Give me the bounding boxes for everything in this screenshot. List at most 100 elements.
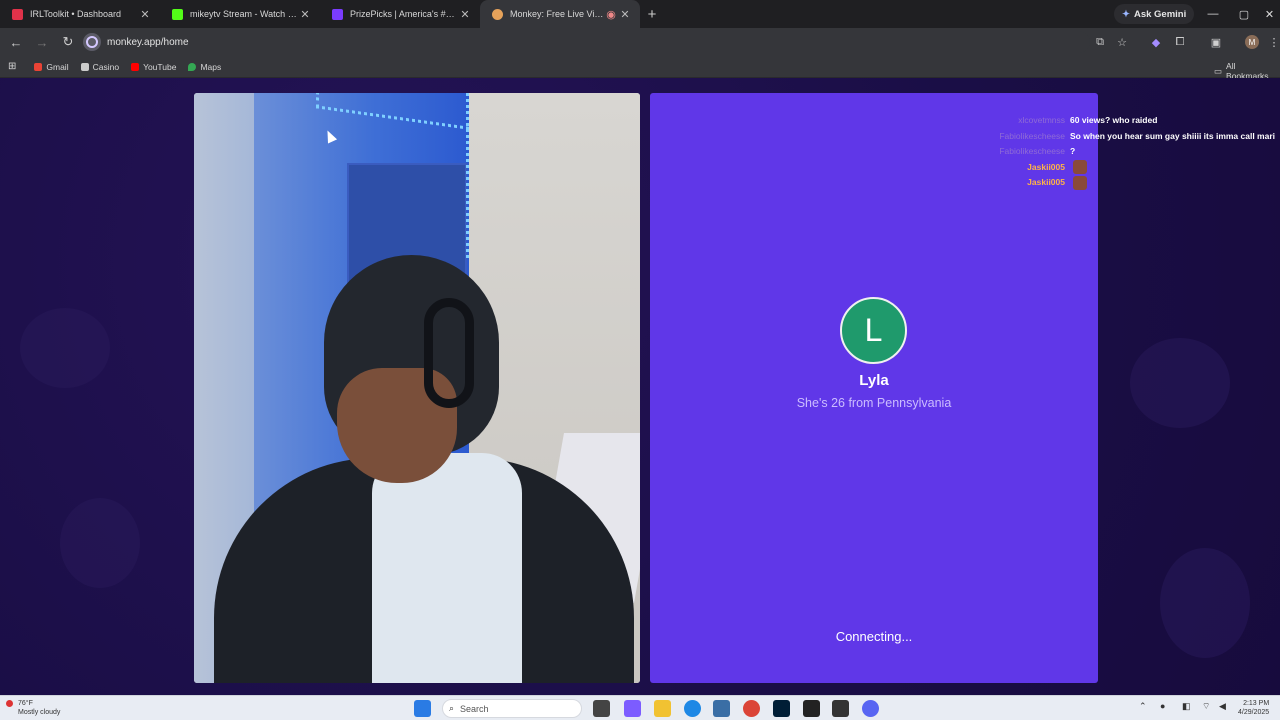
tray-app-icon[interactable]: ●: [1160, 701, 1165, 711]
clock-time: 2:13 PM: [1243, 700, 1270, 707]
chat-emote-icon: [1073, 176, 1087, 190]
bookmark-gmail[interactable]: Gmail: [34, 61, 69, 72]
audio-playing-icon[interactable]: ◉: [604, 8, 618, 21]
kick-favicon-icon: [172, 8, 183, 20]
obs-icon[interactable]: [803, 700, 820, 717]
chat-username: Jaskii005: [1027, 177, 1065, 188]
chrome-icon[interactable]: [743, 700, 760, 717]
search-icon: ⌕: [449, 703, 455, 713]
gemini-icon: ✦: [1122, 8, 1130, 20]
url-text[interactable]: monkey.app/home: [107, 37, 189, 48]
tab-title: Monkey: Free Live Video Ch: [510, 9, 604, 19]
windows-start-icon[interactable]: [414, 700, 431, 717]
bookmark-star-icon[interactable]: ☆: [1114, 34, 1130, 50]
capcut-icon[interactable]: [832, 700, 849, 717]
close-tab-icon[interactable]: ✕: [618, 8, 632, 21]
tab-title: PrizePicks | America's #1 Fanta: [350, 9, 458, 19]
weather-temp: 76°F: [18, 700, 33, 707]
partner-name: Lyla: [859, 372, 889, 389]
minimize-icon[interactable]: —: [1198, 0, 1228, 28]
video-scene-led-strip: [466, 93, 469, 258]
self-video-feed: [194, 93, 640, 683]
volume-icon[interactable]: ◀: [1219, 701, 1226, 712]
extension-icon[interactable]: ◆: [1148, 34, 1164, 50]
profile-avatar[interactable]: M: [1245, 35, 1259, 49]
chat-message: Fabiolikescheese ?: [960, 144, 1278, 159]
store-icon[interactable]: [713, 700, 730, 717]
tab-mikeytv[interactable]: mikeytv Stream - Watch Live on ✕: [160, 0, 320, 28]
file-explorer-icon[interactable]: [654, 700, 671, 717]
irltoolkit-favicon-icon: [12, 8, 23, 20]
clock-date: 4/29/2025: [1238, 709, 1270, 716]
photoshop-icon[interactable]: [773, 700, 790, 717]
chat-emote-icon: [1073, 160, 1087, 175]
chat-message: Jaskii005: [960, 175, 1278, 190]
ask-gemini-label: Ask Gemini: [1133, 8, 1187, 20]
chat-text: [1070, 160, 1278, 175]
close-tab-icon[interactable]: ✕: [298, 8, 312, 21]
tab-prizepicks[interactable]: PrizePicks | America's #1 Fanta ✕: [320, 0, 480, 28]
restore-icon[interactable]: ▢: [1229, 0, 1259, 28]
reload-icon[interactable]: ↻: [56, 30, 80, 54]
taskbar-search[interactable]: ⌕ Search: [442, 699, 582, 718]
close-tab-icon[interactable]: ✕: [458, 8, 472, 21]
weather-alert-icon: [6, 700, 13, 707]
extensions-puzzle-icon[interactable]: ⧠: [1172, 34, 1188, 50]
install-app-icon[interactable]: ⧉: [1092, 34, 1108, 50]
background-blob: [20, 308, 110, 388]
new-tab-button[interactable]: +: [640, 6, 664, 23]
background-blob: [1130, 338, 1230, 428]
forward-arrow-icon[interactable]: →: [30, 30, 54, 54]
discord-icon[interactable]: [862, 700, 879, 717]
background-blob: [60, 498, 140, 588]
copilot-icon[interactable]: [624, 700, 641, 717]
partner-info: She's 26 from Pennsylvania: [796, 396, 952, 410]
menu-kebab-icon[interactable]: ⋮: [1266, 34, 1280, 50]
search-placeholder: Search: [460, 703, 489, 714]
chat-message: xlcovetmnss 60 views? who raided: [960, 113, 1278, 128]
bookmark-maps[interactable]: Maps: [188, 62, 221, 72]
gmail-icon: [34, 62, 43, 71]
bookmark-casino[interactable]: Casino: [80, 61, 120, 72]
site-info-icon[interactable]: [83, 33, 101, 51]
chat-username: Fabiolikescheese: [999, 130, 1065, 141]
bookmark-label: YouTube: [143, 61, 177, 72]
side-panel-icon[interactable]: ▣: [1208, 34, 1224, 50]
apps-grid-icon[interactable]: ⊞: [8, 61, 16, 72]
tray-chevron-icon[interactable]: ⌃: [1139, 701, 1147, 712]
youtube-icon: [131, 62, 140, 71]
chat-text: ?: [1070, 146, 1076, 156]
streamer-shirt: [372, 453, 522, 683]
system-clock[interactable]: 2:13 PM 4/29/2025: [1238, 699, 1269, 717]
tab-monkey[interactable]: Monkey: Free Live Video Ch ◉ ✕: [480, 0, 640, 28]
tab-irltoolkit[interactable]: IRLToolkit • Dashboard ✕: [0, 0, 160, 28]
address-bar[interactable]: monkey.app/home: [80, 31, 1090, 53]
chat-text: So when you hear sum gay shiiii its imma…: [1070, 130, 1276, 141]
chat-username: Fabiolikescheese: [999, 146, 1065, 156]
background-blob: [1160, 548, 1250, 658]
bookmark-youtube[interactable]: YouTube: [131, 62, 176, 72]
chat-message: Fabiolikescheese So when you hear sum ga…: [960, 129, 1278, 144]
browser-tab-bar: IRLToolkit • Dashboard ✕ mikeytv Stream …: [0, 0, 1280, 28]
stream-chat-overlay: xlcovetmnss 60 views? who raided Fabioli…: [960, 113, 1278, 191]
wifi-icon[interactable]: ⌔: [1202, 701, 1210, 712]
task-view-icon[interactable]: [593, 700, 610, 717]
edge-icon[interactable]: [684, 700, 701, 717]
chat-username: xlcovetmnss: [1018, 115, 1065, 125]
folder-icon: ▭: [1214, 65, 1223, 76]
ask-gemini-button[interactable]: ✦ Ask Gemini: [1114, 4, 1195, 24]
window-close-icon[interactable]: ✕: [1259, 0, 1280, 28]
bookmark-label: Gmail: [46, 61, 69, 72]
weather-widget[interactable]: 76°F Mostly cloudy: [6, 699, 60, 717]
chat-username: Jaskii005: [1027, 161, 1065, 172]
bookmark-label: Casino: [92, 61, 120, 72]
streamer-headphones: [424, 298, 474, 408]
back-arrow-icon[interactable]: ←: [4, 30, 28, 54]
partner-avatar[interactable]: L: [840, 297, 907, 364]
bookmarks-bar: ⊞ Gmail Casino YouTube Maps: [0, 56, 1280, 78]
tray-app-icon[interactable]: ◧: [1182, 701, 1191, 712]
connection-status: Connecting...: [835, 629, 913, 644]
windows-taskbar: 76°F Mostly cloudy ⌕ Search ⌃ ● ◧ ⌔ ◀ 2:…: [0, 695, 1280, 720]
close-tab-icon[interactable]: ✕: [138, 8, 152, 21]
chat-message: Jaskii005: [960, 160, 1278, 175]
